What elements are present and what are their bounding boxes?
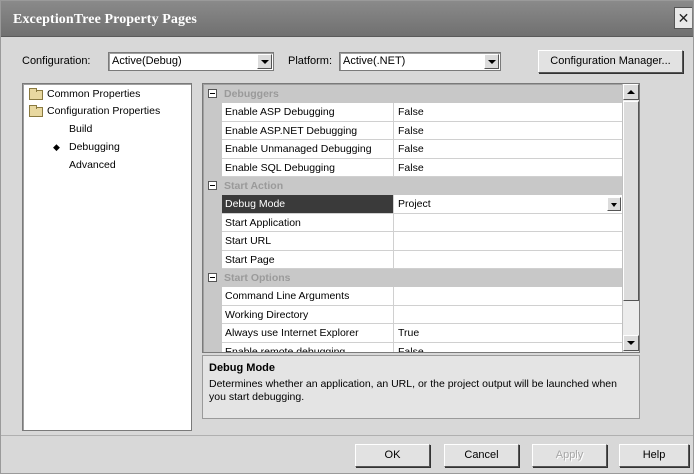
property-row[interactable]: Enable SQL Debugging False bbox=[204, 158, 623, 177]
property-name: Debug Mode bbox=[222, 195, 394, 214]
window-title: ExceptionTree Property Pages bbox=[13, 12, 197, 27]
tree-item-configuration-properties[interactable]: Configuration Properties bbox=[47, 105, 160, 117]
ok-button[interactable]: OK bbox=[355, 444, 430, 467]
selected-marker-icon: ◆ bbox=[53, 142, 60, 152]
property-value[interactable]: False bbox=[394, 343, 623, 352]
property-value[interactable]: False bbox=[394, 103, 623, 122]
folder-open-icon bbox=[29, 105, 43, 117]
chevron-down-icon[interactable] bbox=[257, 54, 272, 69]
property-value[interactable] bbox=[394, 287, 623, 306]
configuration-label: Configuration: bbox=[22, 55, 91, 67]
help-button[interactable]: Help bbox=[619, 444, 689, 467]
cancel-button[interactable]: Cancel bbox=[444, 444, 519, 467]
tree-item-common-properties[interactable]: Common Properties bbox=[47, 88, 140, 100]
property-name: Always use Internet Explorer bbox=[222, 324, 394, 343]
scroll-up-icon[interactable] bbox=[623, 84, 639, 100]
category-row[interactable]: Start Action bbox=[204, 177, 623, 196]
folder-icon bbox=[29, 88, 43, 100]
platform-label: Platform: bbox=[288, 55, 333, 67]
configuration-manager-button[interactable]: Configuration Manager... bbox=[538, 50, 683, 73]
property-value[interactable] bbox=[394, 214, 623, 233]
property-row-selected[interactable]: Debug Mode Project bbox=[204, 195, 623, 214]
divider bbox=[1, 435, 693, 436]
collapse-icon[interactable] bbox=[208, 89, 217, 98]
description-text: Determines whether an application, an UR… bbox=[209, 378, 617, 403]
property-name: Enable ASP Debugging bbox=[222, 103, 394, 122]
property-name: Enable Unmanaged Debugging bbox=[222, 140, 394, 159]
category-row[interactable]: Debuggers bbox=[204, 85, 623, 104]
property-value[interactable] bbox=[394, 232, 623, 251]
category-name: Start Options bbox=[224, 272, 291, 284]
tree-item-advanced[interactable]: Advanced bbox=[69, 159, 116, 171]
category-row[interactable]: Start Options bbox=[204, 269, 623, 288]
collapse-icon[interactable] bbox=[208, 181, 217, 190]
chevron-down-icon[interactable] bbox=[484, 54, 499, 69]
property-value[interactable]: True bbox=[394, 324, 623, 343]
property-row[interactable]: Enable ASP Debugging False bbox=[204, 103, 623, 122]
settings-tree[interactable]: Common Properties Configuration Properti… bbox=[22, 83, 192, 431]
property-row[interactable]: Start Application bbox=[204, 213, 623, 233]
platform-select[interactable]: Active(.NET) bbox=[339, 52, 501, 71]
property-name: Working Directory bbox=[222, 305, 394, 325]
vertical-scrollbar[interactable] bbox=[622, 84, 639, 352]
property-name: Enable remote debugging bbox=[222, 342, 394, 352]
property-row[interactable]: Start URL bbox=[204, 232, 623, 251]
property-value[interactable] bbox=[394, 251, 623, 269]
property-row[interactable]: Always use Internet Explorer True bbox=[204, 324, 623, 343]
configuration-select[interactable]: Active(Debug) bbox=[108, 52, 274, 71]
tree-item-build[interactable]: Build bbox=[69, 123, 92, 135]
apply-button[interactable]: Apply bbox=[532, 444, 607, 467]
scroll-thumb[interactable] bbox=[623, 101, 639, 301]
tree-item-debugging[interactable]: Debugging bbox=[69, 141, 120, 153]
property-value[interactable]: False bbox=[394, 140, 623, 159]
collapse-icon[interactable] bbox=[208, 273, 217, 282]
description-panel: Debug Mode Determines whether an applica… bbox=[202, 355, 640, 419]
property-row[interactable]: Command Line Arguments bbox=[204, 287, 623, 306]
property-value[interactable]: False bbox=[394, 122, 623, 141]
description-title: Debug Mode bbox=[209, 362, 275, 374]
property-name: Start Application bbox=[222, 213, 394, 233]
property-name: Start Page bbox=[222, 250, 394, 269]
chevron-down-icon[interactable] bbox=[607, 197, 621, 212]
configuration-value: Active(Debug) bbox=[112, 55, 182, 67]
property-value[interactable]: False bbox=[394, 159, 623, 177]
scroll-down-icon[interactable] bbox=[623, 335, 639, 351]
property-name: Start URL bbox=[222, 232, 394, 251]
property-pages-dialog: ExceptionTree Property Pages ✕ Configura… bbox=[0, 0, 694, 474]
close-icon[interactable]: ✕ bbox=[674, 7, 692, 29]
property-value: Project bbox=[398, 198, 431, 211]
property-row[interactable]: Start Page bbox=[204, 250, 623, 269]
property-row[interactable]: Working Directory bbox=[204, 305, 623, 325]
category-name: Debuggers bbox=[224, 88, 279, 100]
property-name: Command Line Arguments bbox=[222, 287, 394, 306]
property-value[interactable] bbox=[394, 306, 623, 325]
property-name: Enable SQL Debugging bbox=[222, 158, 394, 177]
platform-value: Active(.NET) bbox=[343, 55, 406, 67]
category-name: Start Action bbox=[224, 180, 284, 192]
title-bar[interactable]: ExceptionTree Property Pages ✕ bbox=[1, 1, 693, 37]
property-name: Enable ASP.NET Debugging bbox=[222, 121, 394, 141]
property-row[interactable]: Enable Unmanaged Debugging False bbox=[204, 140, 623, 159]
property-grid[interactable]: Debuggers Enable ASP Debugging False Ena… bbox=[202, 83, 640, 353]
property-value-dropdown[interactable]: Project bbox=[394, 195, 623, 214]
property-row[interactable]: Enable ASP.NET Debugging False bbox=[204, 121, 623, 141]
property-row[interactable]: Enable remote debugging False bbox=[204, 342, 623, 352]
